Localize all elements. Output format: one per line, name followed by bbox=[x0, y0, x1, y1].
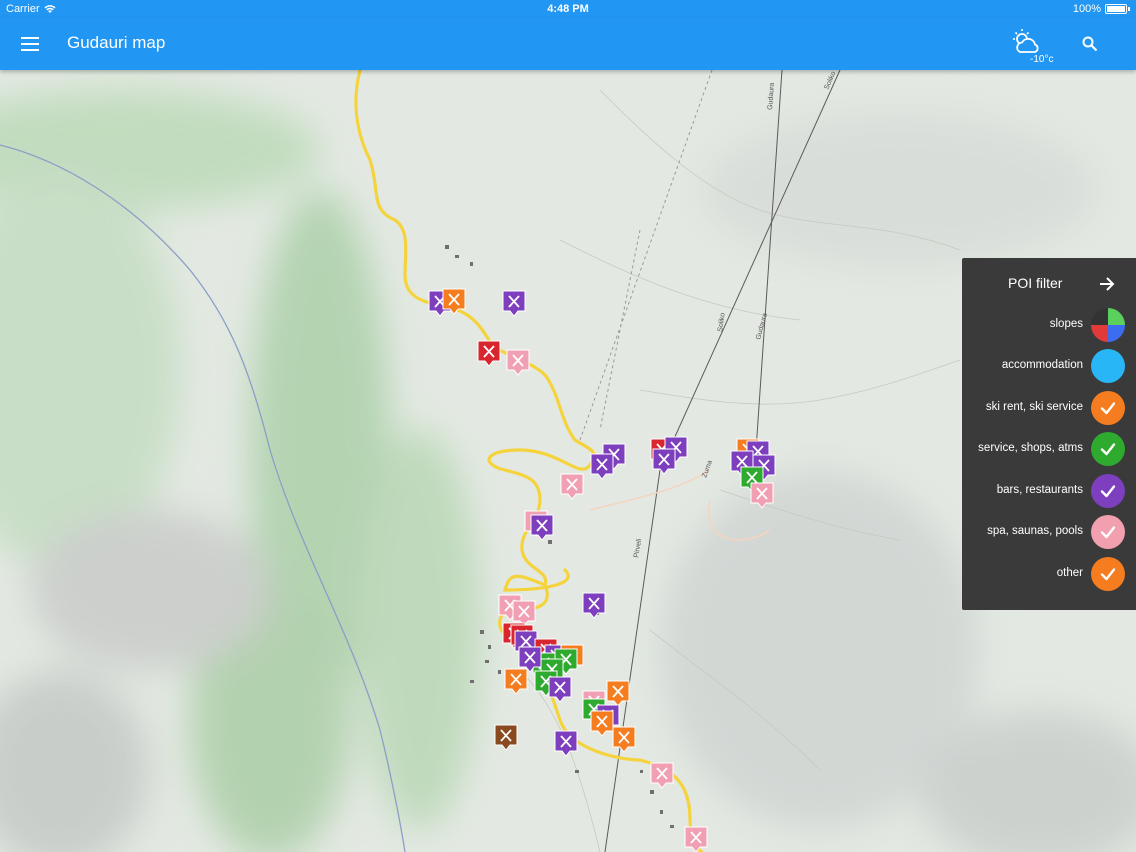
weather-button[interactable]: -10°c bbox=[1008, 28, 1058, 68]
clock: 4:48 PM bbox=[547, 3, 589, 15]
poi-filter-toggle[interactable] bbox=[1091, 308, 1125, 342]
poi-filter-label: spa, saunas, pools bbox=[987, 525, 1083, 537]
poi-filter-label: slopes bbox=[1049, 318, 1083, 330]
app-bar: Gudauri map -10°c bbox=[0, 18, 1136, 70]
battery-percent: 100% bbox=[1072, 3, 1101, 15]
poi-filter-toggle[interactable] bbox=[1091, 349, 1125, 383]
search-button[interactable] bbox=[1076, 30, 1104, 58]
poi-filter-toggle[interactable] bbox=[1091, 515, 1125, 549]
poi-filter-label: other bbox=[1056, 567, 1083, 579]
poi-filter-toggle[interactable] bbox=[1091, 474, 1125, 508]
hamburger-menu-icon bbox=[21, 37, 39, 51]
poi-filter-row[interactable]: other bbox=[962, 557, 1136, 591]
poi-filter-row[interactable]: spa, saunas, pools bbox=[962, 515, 1136, 549]
poi-filter-row[interactable]: service, shops, atms bbox=[962, 432, 1136, 466]
menu-button[interactable] bbox=[16, 30, 44, 58]
app-title: Gudauri map bbox=[67, 33, 166, 52]
poi-filter-toggle[interactable] bbox=[1091, 432, 1125, 466]
poi-filter-row[interactable]: slopes bbox=[962, 308, 1136, 342]
checkmark-icon bbox=[1100, 402, 1116, 415]
weather-temperature: -10°c bbox=[1030, 54, 1054, 65]
close-panel-arrow-icon[interactable] bbox=[1096, 273, 1118, 295]
poi-filter-row[interactable]: accommodation bbox=[962, 349, 1136, 383]
poi-filter-label: ski rent, ski service bbox=[985, 401, 1083, 413]
checkmark-icon bbox=[1100, 443, 1116, 456]
checkmark-icon bbox=[1100, 526, 1116, 539]
battery-icon bbox=[1105, 4, 1127, 14]
checkmark-icon bbox=[1100, 568, 1116, 581]
search-icon bbox=[1082, 36, 1098, 52]
poi-filter-label: bars, restaurants bbox=[996, 484, 1083, 496]
poi-filter-row[interactable]: ski rent, ski service bbox=[962, 391, 1136, 425]
poi-filter-title: POI filter bbox=[1008, 275, 1063, 291]
poi-filter-toggle[interactable] bbox=[1091, 557, 1125, 591]
poi-filter-toggle[interactable] bbox=[1091, 391, 1125, 425]
poi-filter-row[interactable]: bars, restaurants bbox=[962, 474, 1136, 508]
status-bar: Carrier 4:48 PM 100% bbox=[0, 0, 1136, 18]
poi-filter-label: accommodation bbox=[1001, 359, 1083, 371]
poi-filter-panel: POI filter slopes accommodation ski rent, … bbox=[962, 258, 1136, 610]
checkmark-icon bbox=[1100, 485, 1116, 498]
poi-filter-label: service, shops, atms bbox=[978, 442, 1083, 454]
partly-cloudy-icon bbox=[1013, 29, 1039, 53]
